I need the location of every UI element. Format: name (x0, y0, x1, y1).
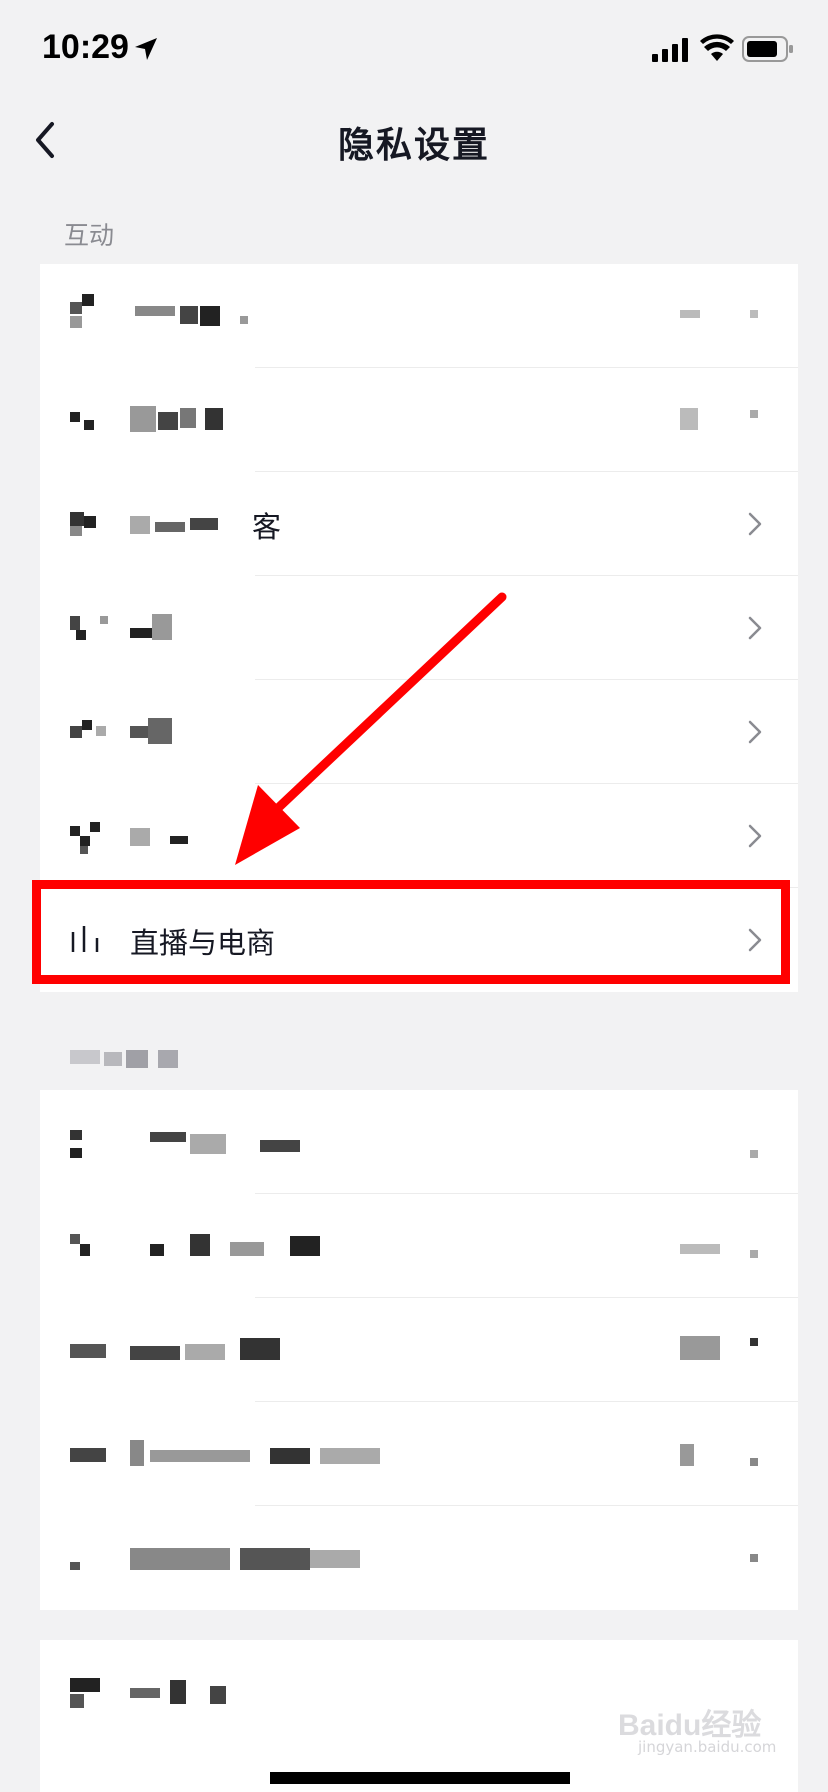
wifi-icon (700, 34, 734, 61)
highlight-annotation-box (32, 880, 790, 984)
row-label-suffix: 客 (252, 510, 282, 544)
watermark-url: jingyan.baidu.com (638, 1738, 777, 1756)
chevron-right-icon (748, 616, 762, 640)
section-label-obscured (64, 1046, 204, 1068)
battery-icon (742, 36, 793, 62)
baidu-jingyan-watermark: Baidu经验 jingyan.baidu.com (618, 1700, 798, 1760)
obscured-settings-card (40, 1090, 798, 1610)
chevron-right-icon (748, 824, 762, 848)
settings-row-obscured[interactable] (40, 1090, 798, 1194)
settings-row-obscured[interactable] (40, 264, 798, 368)
status-bar: 10:29 (0, 0, 828, 100)
nav-bar: 隐私设置 (0, 100, 828, 180)
cellular-signal-icon (652, 38, 688, 62)
settings-row-obscured[interactable] (40, 1194, 798, 1298)
settings-row-obscured[interactable] (40, 1298, 798, 1402)
settings-row-obscured[interactable] (40, 368, 798, 472)
section-label-interaction: 互动 (64, 221, 115, 250)
red-arrow-annotation-icon (235, 592, 507, 865)
location-arrow-icon (135, 38, 157, 60)
chevron-right-icon (748, 720, 762, 744)
obscured-bar (270, 1772, 570, 1784)
status-time: 10:29 (42, 28, 129, 66)
settings-row-obscured[interactable] (40, 1506, 798, 1610)
chevron-right-icon (748, 512, 762, 536)
settings-row-obscured[interactable] (40, 1402, 798, 1506)
settings-row-visitors[interactable]: 客 (40, 472, 798, 576)
page-title: 隐私设置 (337, 125, 490, 166)
